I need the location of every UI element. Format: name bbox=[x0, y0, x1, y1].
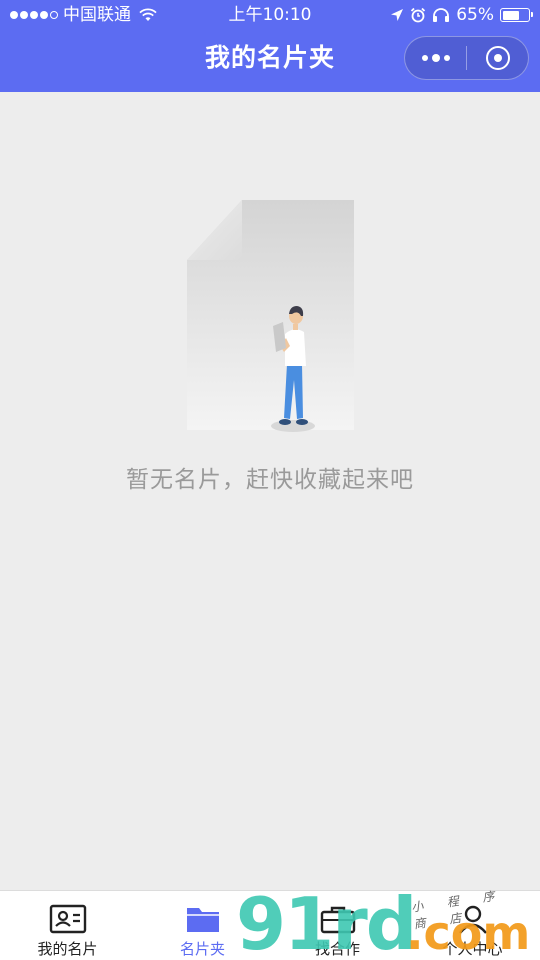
bottom-tab-bar: 我的名片 名片夹 找合作 个人中心 bbox=[0, 890, 540, 960]
status-right: 65% bbox=[390, 0, 533, 30]
tab-my-card[interactable]: 我的名片 bbox=[0, 891, 135, 960]
tab-label: 找合作 bbox=[314, 940, 360, 958]
tab-find-cooperation[interactable]: 找合作 bbox=[270, 891, 405, 960]
mini-program-capsule bbox=[404, 36, 529, 80]
status-bar: 中国联通 上午10:10 65% bbox=[0, 0, 540, 30]
tab-card-holder[interactable]: 名片夹 bbox=[135, 891, 270, 960]
empty-document-person-illustration bbox=[187, 200, 354, 432]
tab-label: 个人中心 bbox=[442, 940, 503, 958]
close-mini-program-button[interactable] bbox=[467, 36, 528, 80]
tab-label: 名片夹 bbox=[179, 940, 225, 958]
location-arrow-icon bbox=[391, 9, 404, 21]
folder-icon bbox=[186, 908, 219, 932]
more-dots-icon[interactable] bbox=[405, 36, 466, 80]
navigation-header: 中国联通 上午10:10 65% 我的名片夹 bbox=[0, 0, 540, 92]
battery-icon bbox=[500, 8, 533, 22]
battery-level-fill bbox=[502, 10, 519, 20]
briefcase-icon bbox=[320, 906, 355, 934]
tab-personal-center[interactable]: 个人中心 bbox=[405, 891, 540, 960]
target-circle-icon bbox=[485, 46, 510, 70]
empty-state-message: 暂无名片，赶快收藏起来吧 bbox=[126, 467, 414, 493]
battery-percent: 65% bbox=[456, 5, 494, 25]
tab-label: 我的名片 bbox=[37, 940, 98, 958]
user-icon bbox=[458, 905, 487, 934]
id-card-icon bbox=[49, 904, 86, 934]
alarm-clock-icon bbox=[411, 7, 426, 23]
headphones-icon bbox=[433, 8, 450, 22]
